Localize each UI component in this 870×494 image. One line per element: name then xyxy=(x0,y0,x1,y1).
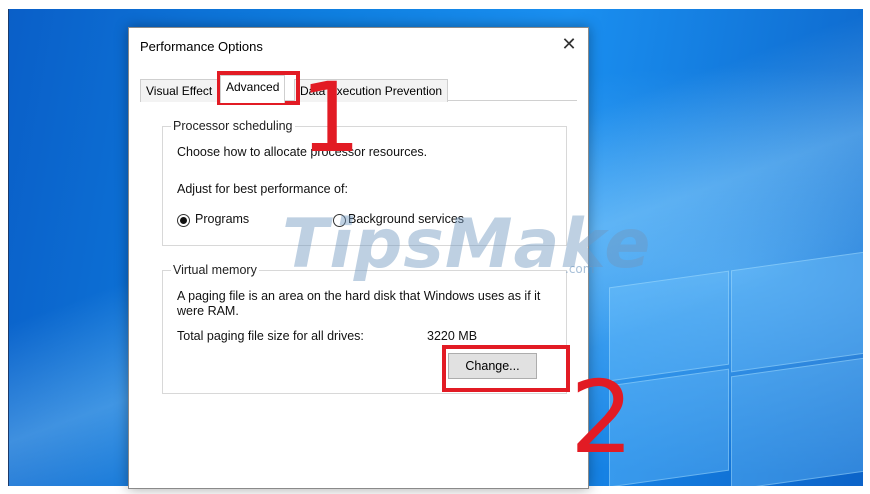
tab-advanced[interactable]: Advanced xyxy=(220,75,286,103)
total-paging-label: Total paging file size for all drives: xyxy=(177,329,364,343)
tab-visual-effects[interactable]: Visual Effect xyxy=(140,79,224,102)
radio-programs-label[interactable]: Programs xyxy=(195,212,249,226)
close-icon[interactable]: ✕ xyxy=(560,33,578,55)
virtual-memory-description-line1: A paging file is an area on the hard dis… xyxy=(177,289,541,303)
windows-logo-pane-top-right xyxy=(731,251,863,373)
step-number-2: 2 xyxy=(570,359,634,476)
processor-scheduling-label: Processor scheduling xyxy=(171,119,295,133)
watermark-suffix: .com xyxy=(565,262,595,276)
virtual-memory-description-line2: were RAM. xyxy=(177,304,239,318)
windows-logo-pane-bottom-right xyxy=(731,357,863,486)
adjust-performance-label: Adjust for best performance of: xyxy=(177,182,348,196)
total-paging-value: 3220 MB xyxy=(427,329,478,343)
step-number-1: 1 xyxy=(300,62,362,174)
dialog-title: Performance Options xyxy=(140,39,263,54)
highlight-box-change-button xyxy=(442,345,570,392)
watermark-text: TipsMake xyxy=(282,205,652,284)
radio-programs[interactable] xyxy=(177,214,190,227)
virtual-memory-label: Virtual memory xyxy=(171,263,259,277)
